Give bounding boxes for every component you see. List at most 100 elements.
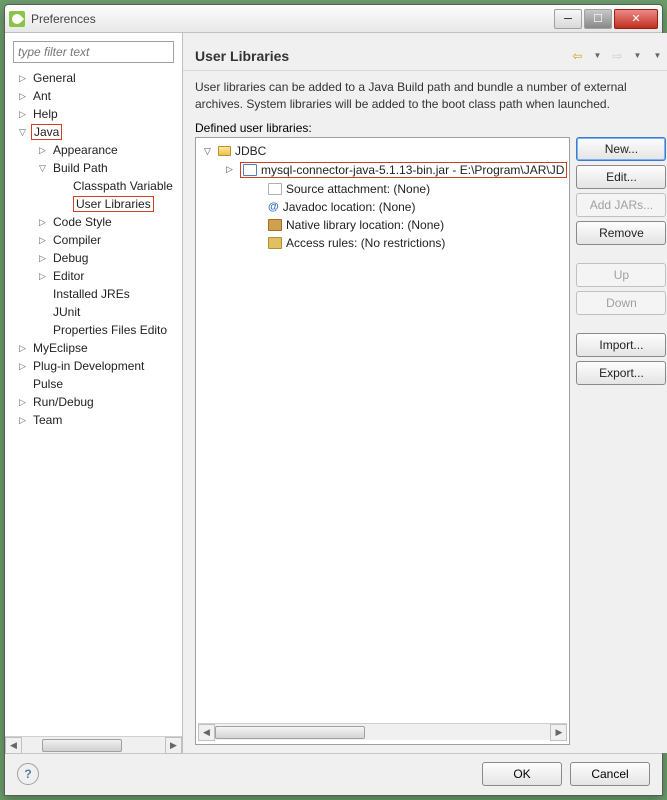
forward-icon[interactable]: ⇨ [608,47,626,65]
cancel-button[interactable]: Cancel [570,762,650,786]
sidebar-hscroll[interactable]: ◀ ▶ [5,736,182,753]
tree-item-label: Properties Files Edito [53,323,167,337]
native-icon [268,219,282,231]
scroll-left-icon[interactable]: ◀ [5,737,22,754]
defined-label: Defined user libraries: [183,117,667,137]
expand-icon[interactable]: ▷ [19,415,28,424]
tree-item[interactable]: ▷ Team [5,411,182,429]
expand-icon[interactable]: ▷ [19,91,28,100]
scroll-thumb[interactable] [215,726,365,739]
close-button[interactable]: ✕ [614,9,658,29]
tree-item-label: JUnit [53,305,80,319]
lib-tree-item[interactable]: Source attachment: (None) [198,180,567,198]
tree-item[interactable]: ▷ Help [5,105,182,123]
edit-button[interactable]: Edit... [576,165,666,189]
jar-icon [243,164,257,176]
description-text: User libraries can be added to a Java Bu… [183,71,667,117]
back-menu-icon[interactable]: ▼ [588,47,606,65]
scroll-left-icon[interactable]: ◀ [198,724,215,741]
tree-item[interactable]: ▷ Ant [5,87,182,105]
tree-item-label: Compiler [53,233,101,247]
forward-menu-icon[interactable]: ▼ [628,47,646,65]
remove-button[interactable]: Remove [576,221,666,245]
tree-item-label: Help [33,107,58,121]
titlebar[interactable]: Preferences ─ ☐ ✕ [5,5,662,33]
tree-item[interactable]: ▷Plug-in Development [5,357,182,375]
expand-icon[interactable]: ▽ [39,163,48,172]
expand-icon[interactable]: ▷ [39,217,48,226]
minimize-button[interactable]: ─ [554,9,582,29]
expand-icon[interactable]: ▷ [39,235,48,244]
lib-item-label: mysql-connector-java-5.1.13-bin.jar - E:… [261,163,564,177]
tree-item[interactable]: ▷Run/Debug [5,393,182,411]
lib-item-label: JDBC [235,144,266,158]
lib-tree-item[interactable]: ▽ JDBC [198,142,567,160]
tree-item[interactable]: Installed JREs [5,285,182,303]
up-button[interactable]: Up [576,263,666,287]
import-button[interactable]: Import... [576,333,666,357]
tree-item[interactable]: ▷ Debug [5,249,182,267]
expand-icon[interactable]: ▷ [19,73,28,82]
lib-tree-item[interactable]: Access rules: (No restrictions) [198,234,567,252]
scroll-right-icon[interactable]: ▶ [550,724,567,741]
expand-icon[interactable]: ▽ [204,146,211,157]
expand-icon[interactable]: ▷ [39,271,48,280]
tree-item[interactable]: ▽Build Path [5,159,182,177]
libs-hscroll[interactable]: ◀ ▶ [198,723,567,740]
scroll-thumb[interactable] [42,739,122,752]
preferences-window: Preferences ─ ☐ ✕ ▷General▷Ant▷Help▽Java… [4,4,663,796]
expand-icon[interactable]: ▷ [39,253,48,262]
tree-item-label: Debug [53,251,88,265]
app-icon [9,11,25,27]
window-title: Preferences [31,12,552,26]
lib-tree-item[interactable]: ▷ mysql-connector-java-5.1.13-bin.jar - E… [198,160,567,180]
tree-item[interactable]: User Libraries [5,195,182,213]
tree-item-label: Code Style [53,215,112,229]
tree-item-label: Editor [53,269,84,283]
expand-icon[interactable]: ▷ [19,361,28,370]
expand-icon[interactable]: ▷ [39,145,48,154]
down-button[interactable]: Down [576,291,666,315]
at-icon: @ [268,201,279,213]
tree-item-label: Team [33,413,62,427]
lib-tree-item[interactable]: Native library location: (None) [198,216,567,234]
ok-button[interactable]: OK [482,762,562,786]
tree-item[interactable]: JUnit [5,303,182,321]
tree-item-label: Java [31,124,62,140]
scroll-right-icon[interactable]: ▶ [165,737,182,754]
lib-tree-item[interactable]: @ Javadoc location: (None) [198,198,567,216]
tree-item[interactable]: ▷ Compiler [5,231,182,249]
tree-item[interactable]: ▽Java [5,123,182,141]
tree-item[interactable]: ▷ Editor [5,267,182,285]
category-tree[interactable]: ▷General▷Ant▷Help▽Java▷Appearance▽Build … [5,67,182,736]
tree-item-label: Appearance [53,143,118,157]
expand-icon[interactable]: ▷ [19,397,28,406]
tree-item[interactable]: ▷ MyEclipse [5,339,182,357]
filter-input[interactable] [13,41,174,63]
tree-item[interactable]: ▷General [5,69,182,87]
add-jars-button[interactable]: Add JARs... [576,193,666,217]
tree-item[interactable]: ▷ Appearance [5,141,182,159]
menu-icon[interactable]: ▼ [648,47,666,65]
back-icon[interactable]: ⇦ [568,47,586,65]
doc-icon [268,183,282,195]
tree-item[interactable]: Pulse [5,375,182,393]
expand-icon[interactable]: ▷ [19,109,28,118]
new-button[interactable]: New... [576,137,666,161]
expand-icon[interactable]: ▷ [226,164,233,175]
sidebar: ▷General▷Ant▷Help▽Java▷Appearance▽Build … [5,33,183,753]
expand-icon[interactable]: ▽ [19,127,28,136]
tree-item-label: Ant [33,89,51,103]
libraries-tree[interactable]: ▽ JDBC▷ mysql-connector-java-5.1.13-bin.ja… [198,142,567,723]
tree-item[interactable]: Classpath Variable [5,177,182,195]
expand-icon[interactable]: ▷ [19,343,28,352]
export-button[interactable]: Export... [576,361,666,385]
main-panel: User Libraries ⇦ ▼ ⇨ ▼ ▼ User libraries … [183,33,667,753]
tree-item[interactable]: ▷ Code Style [5,213,182,231]
maximize-button[interactable]: ☐ [584,9,612,29]
lib-item-label: Javadoc location: (None) [283,200,416,214]
tree-item-label: MyEclipse [33,341,88,355]
help-icon[interactable]: ? [17,763,39,785]
tree-item[interactable]: Properties Files Edito [5,321,182,339]
tree-item-label: Classpath Variable [73,179,173,193]
